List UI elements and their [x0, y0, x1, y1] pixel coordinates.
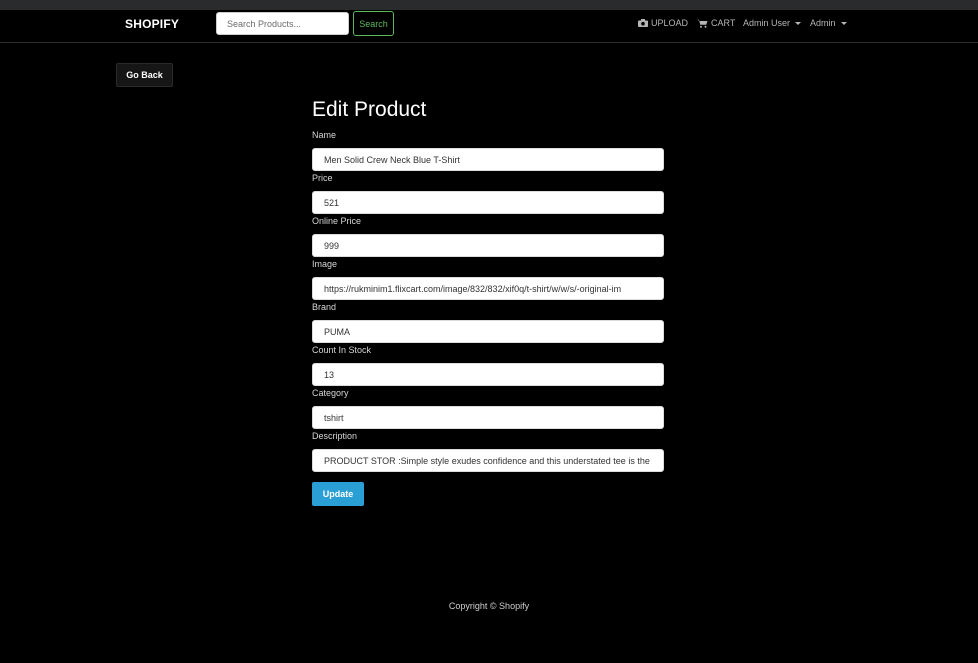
image-label: Image [312, 259, 338, 269]
brand-field[interactable] [312, 320, 664, 343]
page-title: Edit Product [312, 98, 427, 121]
price-label: Price [312, 173, 333, 183]
update-button[interactable]: Update [312, 482, 364, 506]
count-in-stock-field[interactable] [312, 363, 664, 386]
search-input[interactable] [216, 12, 349, 35]
upload-link[interactable]: UPLOAD [638, 18, 688, 28]
upload-label: UPLOAD [651, 18, 689, 28]
count-in-stock-label: Count In Stock [312, 345, 372, 355]
online-price-label: Online Price [312, 216, 362, 226]
cart-icon [697, 19, 708, 28]
category-label: Category [312, 388, 349, 398]
camera-icon [638, 19, 648, 27]
name-field[interactable] [312, 148, 664, 171]
caret-down-icon [840, 21, 847, 25]
description-field[interactable] [312, 449, 664, 472]
search-button[interactable]: Search [353, 11, 394, 36]
online-price-field[interactable] [312, 234, 664, 257]
image-url-field[interactable] [312, 277, 664, 300]
name-label: Name [312, 130, 337, 140]
navbar: SHOPIFY Search UPLOAD CART Admin User Ad… [0, 10, 978, 43]
go-back-button[interactable]: Go Back [116, 63, 173, 87]
category-field[interactable] [312, 406, 664, 429]
brand-label: Brand [312, 302, 337, 312]
description-label: Description [312, 431, 358, 441]
user-menu-label: Admin User [743, 18, 791, 28]
top-strip [0, 0, 978, 10]
admin-menu-dropdown[interactable]: Admin [810, 18, 847, 28]
admin-menu-label: Admin [810, 18, 836, 28]
caret-down-icon [795, 21, 802, 25]
cart-link[interactable]: CART [697, 18, 735, 28]
brand-logo[interactable]: SHOPIFY [125, 17, 179, 31]
user-menu-dropdown[interactable]: Admin User [743, 18, 802, 28]
footer-copyright: Copyright © Shopify [448, 601, 530, 611]
price-field[interactable] [312, 191, 664, 214]
cart-label: CART [711, 18, 736, 28]
